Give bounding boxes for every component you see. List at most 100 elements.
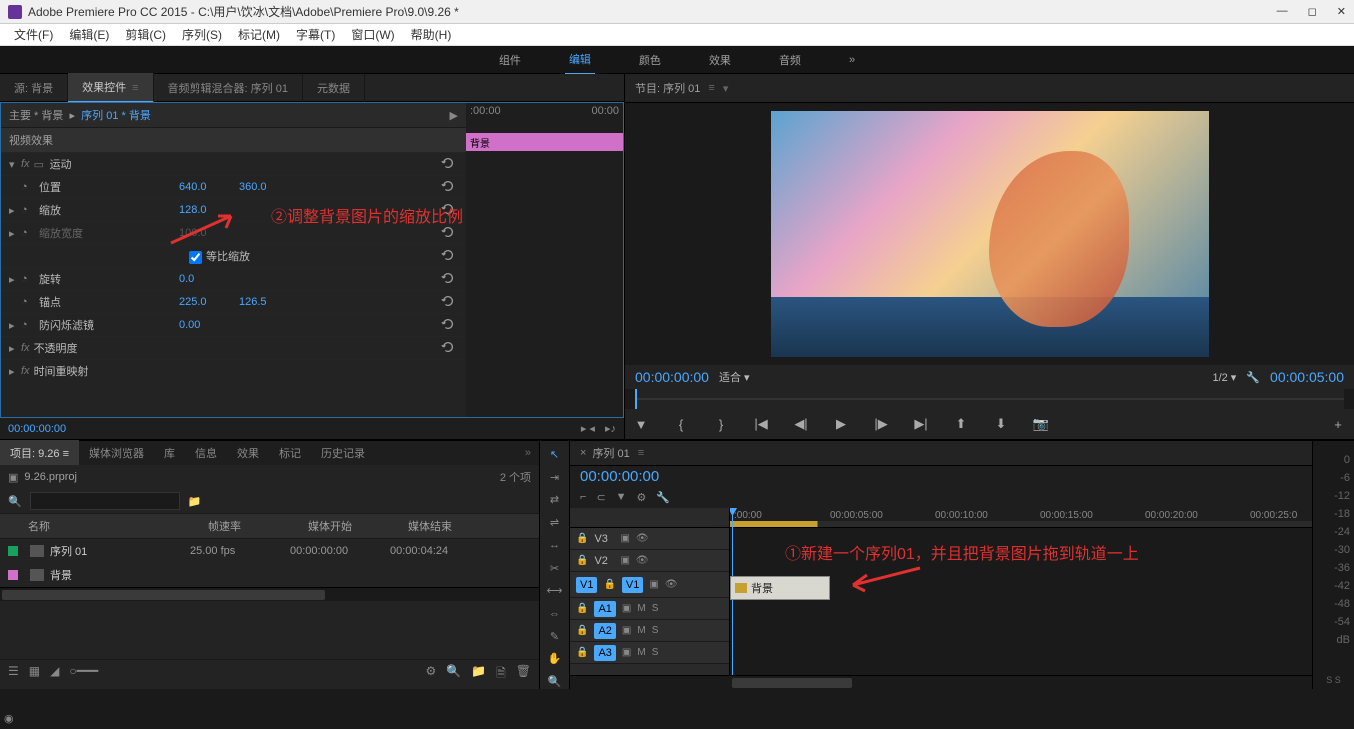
track-header-a1[interactable]: 🔒 A1 ▣ M S xyxy=(570,598,729,620)
bin-icon[interactable]: ▣ xyxy=(8,471,18,484)
stopwatch-icon[interactable]: ◔ xyxy=(21,273,35,285)
snap-toggle[interactable]: ⌐ xyxy=(580,491,586,504)
auto-match-button[interactable]: ⚙ xyxy=(425,664,436,685)
tab-effect-controls[interactable]: 效果控件≡ xyxy=(68,73,153,103)
chevron-down-icon[interactable]: ▾ xyxy=(723,82,729,95)
settings-icon[interactable]: ⚙ xyxy=(637,491,647,504)
solo-toggle[interactable]: S xyxy=(652,603,659,614)
export-frame-button[interactable]: 📷 xyxy=(1031,415,1051,433)
lock-icon[interactable]: 🔒 xyxy=(576,555,588,566)
mute-toggle[interactable]: M xyxy=(637,647,645,658)
delete-button[interactable]: 🗑 xyxy=(516,664,531,685)
ec-position-x[interactable]: 640.0 xyxy=(179,181,219,193)
list-view-button[interactable]: ☰ xyxy=(8,664,19,685)
tab-media-browser[interactable]: 媒体浏览器 xyxy=(79,440,154,466)
stopwatch-icon[interactable]: ◔ xyxy=(21,296,35,308)
lock-icon[interactable]: 🔒 xyxy=(576,533,588,544)
lock-icon[interactable]: 🔒 xyxy=(576,603,588,614)
track-header-a2[interactable]: 🔒 A2 ▣ M S xyxy=(570,620,729,642)
folder-icon[interactable]: 📁 xyxy=(188,495,202,508)
expand-icon[interactable]: ▸ xyxy=(9,342,21,355)
tab-info[interactable]: 信息 xyxy=(185,440,227,466)
timeline-ruler[interactable]: :00:00 00:00:05:00 00:00:10:00 00:00:15:… xyxy=(730,508,1312,528)
stopwatch-icon[interactable]: ◔ xyxy=(21,319,35,331)
zoom-slider[interactable]: ○━━━ xyxy=(69,664,98,685)
program-viewer[interactable] xyxy=(625,103,1354,365)
razor-tool[interactable]: ✂ xyxy=(546,561,564,576)
panel-menu-icon[interactable]: ≡ xyxy=(638,447,644,459)
ripple-edit-tool[interactable]: ⇄ xyxy=(546,492,564,507)
find-button[interactable]: 🔍 xyxy=(446,664,461,685)
menu-marker[interactable]: 标记(M) xyxy=(230,23,288,46)
h-scrollbar[interactable] xyxy=(0,587,539,601)
ec-bc-seq[interactable]: 序列 01 * 背景 xyxy=(81,110,151,122)
out-point-button[interactable]: } xyxy=(711,415,731,433)
mute-toggle[interactable]: M xyxy=(637,625,645,636)
eye-icon[interactable]: 👁 xyxy=(636,555,649,566)
target-toggle[interactable]: ▣ xyxy=(649,579,658,590)
tab-effects[interactable]: 效果 xyxy=(227,440,269,466)
track-header-v1[interactable]: V1 🔒 V1 ▣ 👁 xyxy=(570,572,729,598)
solo-buttons[interactable]: S S xyxy=(1313,675,1354,685)
workspace-assembly[interactable]: 组件 xyxy=(495,46,525,74)
maximize-button[interactable]: ◻ xyxy=(1308,5,1317,18)
tab-markers[interactable]: 标记 xyxy=(269,440,311,466)
menu-edit[interactable]: 编辑(E) xyxy=(61,23,117,46)
slide-tool[interactable]: ⇔ xyxy=(546,606,564,621)
track-label[interactable]: A3 xyxy=(594,645,615,661)
hand-tool[interactable]: ✋ xyxy=(546,652,564,667)
rate-stretch-tool[interactable]: ↔ xyxy=(546,538,564,553)
expand-icon[interactable]: ▸ xyxy=(9,319,21,332)
ec-opacity-row[interactable]: ▸ fx 不透明度 xyxy=(1,336,466,359)
tab-project[interactable]: 项目: 9.26 ≡ xyxy=(0,440,79,466)
timeline-h-scrollbar[interactable] xyxy=(570,675,1312,689)
track-header-v3[interactable]: 🔒 V3 ▣ 👁 xyxy=(570,528,729,550)
icon-view-button[interactable]: ▦ xyxy=(29,664,40,685)
tab-audio-mixer[interactable]: 音频剪辑混合器: 序列 01 xyxy=(154,74,303,102)
track-label[interactable]: A2 xyxy=(594,623,615,639)
fx-badge-icon[interactable]: fx xyxy=(21,365,30,377)
reset-button[interactable] xyxy=(438,340,458,356)
lock-icon[interactable]: 🔒 xyxy=(576,625,588,636)
lock-icon[interactable]: 🔒 xyxy=(576,647,588,658)
fx-badge-icon[interactable]: fx xyxy=(21,158,30,170)
go-to-out-button[interactable]: ▶| xyxy=(911,415,931,433)
freeform-view-button[interactable]: ◢ xyxy=(50,664,59,685)
lock-icon[interactable]: 🔒 xyxy=(603,579,615,590)
tab-metadata[interactable]: 元数据 xyxy=(303,74,365,102)
reset-button[interactable] xyxy=(438,294,458,310)
ec-timecode[interactable]: 00:00:00:00 xyxy=(8,423,66,435)
reset-button[interactable] xyxy=(438,248,458,264)
target-toggle[interactable]: ▣ xyxy=(620,555,629,566)
solo-toggle[interactable]: S xyxy=(652,647,659,658)
program-tc-left[interactable]: 00:00:00:00 xyxy=(635,369,709,385)
pen-tool[interactable]: ✎ xyxy=(546,629,564,644)
reset-button[interactable] xyxy=(438,271,458,287)
playhead-icon[interactable] xyxy=(635,389,637,409)
menu-window[interactable]: 窗口(W) xyxy=(343,23,402,46)
lift-button[interactable]: ⬆ xyxy=(951,415,971,433)
project-item-row[interactable]: 序列 01 25.00 fps 00:00:00:00 00:00:04:24 xyxy=(0,539,539,563)
new-item-button[interactable]: 🗎 xyxy=(496,664,506,685)
ec-position-y[interactable]: 360.0 xyxy=(239,181,279,193)
selection-tool[interactable]: ↖ xyxy=(546,447,564,462)
source-patch-v1[interactable]: V1 xyxy=(576,577,597,593)
wrench-icon[interactable]: 🔧 xyxy=(656,491,670,504)
target-toggle[interactable]: ▣ xyxy=(622,625,631,636)
reset-button[interactable] xyxy=(438,317,458,333)
reset-button[interactable] xyxy=(438,156,458,172)
settings-icon[interactable]: 🔧 xyxy=(1246,371,1260,384)
step-back-button[interactable]: ◀| xyxy=(791,415,811,433)
solo-toggle[interactable]: S xyxy=(652,625,659,636)
slip-tool[interactable]: ⟷ xyxy=(546,583,564,598)
search-input[interactable] xyxy=(30,492,180,510)
workspace-editing[interactable]: 编辑 xyxy=(565,45,595,75)
col-end[interactable]: 媒体结束 xyxy=(408,518,508,534)
tab-history[interactable]: 历史记录 xyxy=(311,440,375,466)
track-label[interactable]: V1 xyxy=(622,577,643,593)
ec-play-icon[interactable]: ▶ xyxy=(450,109,458,122)
label-swatch[interactable] xyxy=(8,570,18,580)
ec-toggle-icon[interactable]: ▸♪ xyxy=(605,422,616,435)
eye-icon[interactable]: 👁 xyxy=(636,533,649,544)
rolling-edit-tool[interactable]: ⇌ xyxy=(546,515,564,530)
